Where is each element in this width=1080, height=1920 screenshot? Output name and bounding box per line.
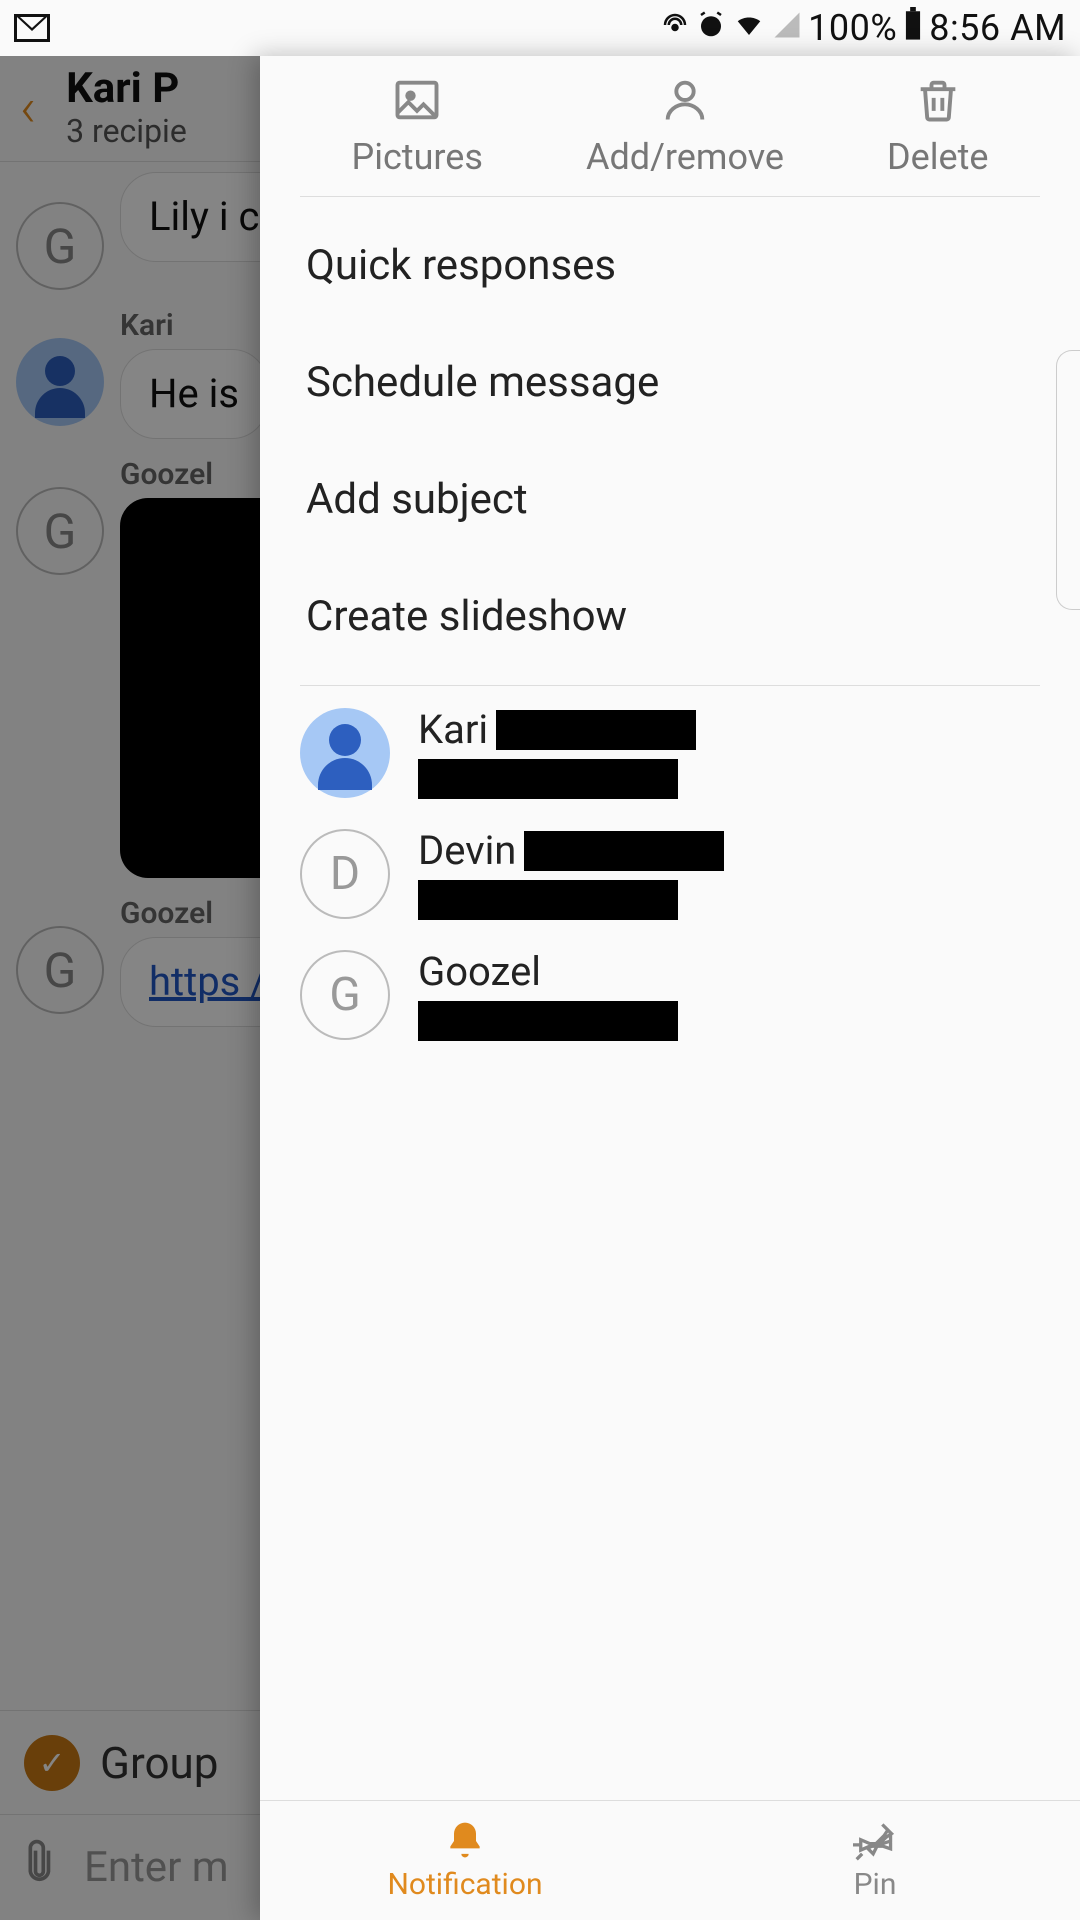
redacted (418, 1001, 678, 1041)
overflow-panel: Pictures Add/remove Delete Quick respons… (260, 56, 1080, 1920)
panel-top-actions: Pictures Add/remove Delete (300, 56, 1040, 197)
recipient-name: Kari (418, 706, 488, 753)
schedule-message-item[interactable]: Schedule message (300, 324, 1040, 441)
pin-button[interactable]: Pin (670, 1801, 1080, 1920)
notification-label: Notification (387, 1867, 542, 1902)
alarm-icon (696, 7, 726, 49)
panel-options-list: Quick responses Schedule message Add sub… (300, 197, 1040, 686)
quick-responses-item[interactable]: Quick responses (300, 207, 1040, 324)
pin-icon (853, 1819, 897, 1863)
signal-icon (772, 7, 802, 49)
delete-button[interactable]: Delete (887, 74, 988, 178)
clock-time: 8:56 AM (929, 7, 1066, 49)
recipient-row[interactable]: D Devin (300, 827, 1040, 920)
picture-icon (391, 74, 443, 126)
battery-icon (903, 7, 923, 50)
delete-label: Delete (887, 136, 988, 178)
notification-button[interactable]: Notification (260, 1801, 670, 1920)
wifi-icon (732, 7, 766, 49)
battery-percent: 100% (808, 7, 897, 49)
recipient-row[interactable]: G Goozel (300, 948, 1040, 1041)
bell-icon (443, 1819, 487, 1863)
scroll-handle[interactable] (1056, 350, 1080, 610)
add-subject-item[interactable]: Add subject (300, 441, 1040, 558)
redacted (496, 710, 696, 750)
recipient-name: Devin (418, 827, 516, 874)
add-remove-label: Add/remove (586, 136, 784, 178)
pin-label: Pin (854, 1867, 897, 1902)
recipient-row[interactable]: Kari (300, 706, 1040, 799)
pictures-label: Pictures (352, 136, 483, 178)
trash-icon (912, 74, 964, 126)
avatar: D (300, 829, 390, 919)
create-slideshow-item[interactable]: Create slideshow (300, 558, 1040, 675)
add-remove-button[interactable]: Add/remove (586, 74, 784, 178)
avatar: G (300, 950, 390, 1040)
redacted (524, 831, 724, 871)
gmail-icon (14, 14, 50, 42)
redacted (418, 880, 678, 920)
avatar (300, 708, 390, 798)
pictures-button[interactable]: Pictures (352, 74, 483, 178)
redacted (418, 759, 678, 799)
status-bar: 100% 8:56 AM (0, 0, 1080, 56)
nfc-icon (660, 7, 690, 49)
person-icon (659, 74, 711, 126)
recipient-name: Goozel (418, 948, 541, 995)
panel-bottom-actions: Notification Pin (260, 1800, 1080, 1920)
recipients-list: Kari D Devin G Goozel (260, 686, 1080, 1800)
